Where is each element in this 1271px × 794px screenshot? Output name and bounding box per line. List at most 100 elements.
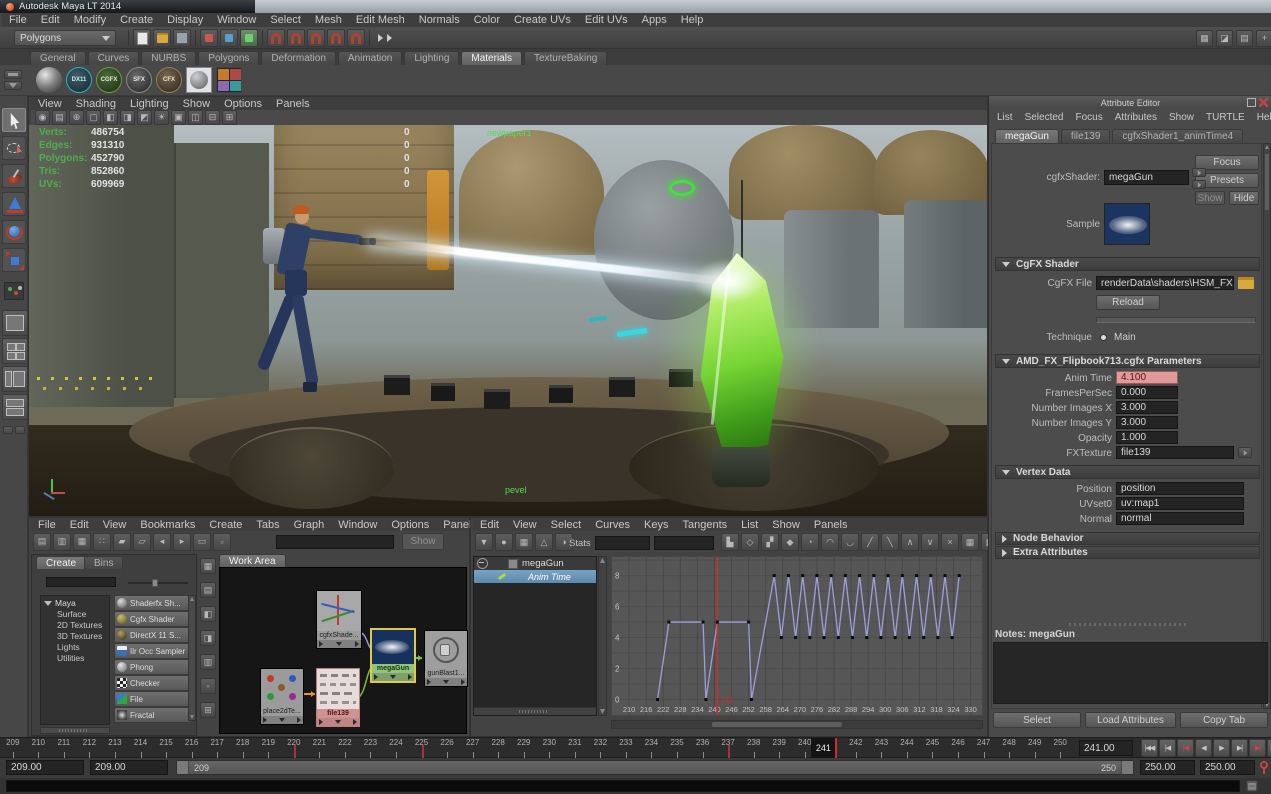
viewport-toolbar-icon-11[interactable]: ⊞ — [222, 110, 237, 125]
hypershade-toolbar-icon-3[interactable]: ∷ — [93, 532, 111, 551]
graph-menu-item-1[interactable]: View — [506, 519, 544, 531]
shader-button-directx11[interactable]: DirectX 11 S... — [114, 627, 192, 643]
viewport-toolbar-icon-3[interactable]: ▢ — [86, 110, 101, 125]
graph-outliner-vscroll[interactable] — [598, 556, 607, 716]
graph-tangent-icon-1[interactable]: ◇ — [741, 533, 759, 551]
graph-tangent-icon-5[interactable]: ◠ — [821, 533, 839, 551]
main-menu-item-11[interactable]: Create UVs — [507, 14, 578, 26]
range-bar[interactable]: 209 250 — [176, 760, 1134, 775]
shader-button-cgfx[interactable]: Cgfx Shader — [114, 611, 192, 627]
viewport-menu-item-3[interactable]: Show — [176, 98, 218, 110]
animation-end-field[interactable]: 250.00 — [1200, 760, 1255, 775]
range-handle-left[interactable] — [177, 761, 189, 774]
tree-item-4[interactable]: Utilities — [41, 652, 109, 663]
hypershade-toolbar-icon-4[interactable]: ▰ — [113, 532, 131, 551]
section-flipbook-params[interactable]: AMD_FX_Flipbook713.cgfx Parameters — [995, 354, 1260, 368]
graph-toolbar-icon-0[interactable]: ▼ — [475, 533, 493, 551]
shelf-menu-icon[interactable] — [4, 81, 22, 90]
copy-tab-button[interactable]: Copy Tab — [1180, 712, 1268, 728]
viewport-toolbar-icon-5[interactable]: ◨ — [120, 110, 135, 125]
graph-menu-item-3[interactable]: Curves — [588, 519, 637, 531]
timeline-frames[interactable]: 209 210 211 212 213 214 215 216 217 218 219 220 221 2… — [0, 738, 1073, 758]
notes-textarea[interactable] — [993, 642, 1268, 704]
graph-outliner-attr-row[interactable]: Anim Time — [474, 570, 596, 583]
create-tree-hscroll[interactable] — [40, 727, 110, 734]
shelf-tab-8[interactable]: TextureBaking — [523, 51, 608, 65]
tab-bins[interactable]: Bins — [84, 556, 124, 569]
folder-icon[interactable] — [1238, 277, 1254, 289]
graph-outliner-node-row[interactable]: megaGun — [474, 557, 596, 570]
hypershade-side-icon[interactable]: ◧ — [200, 606, 216, 622]
hypershade-side-icon[interactable]: ◨ — [200, 630, 216, 646]
section-cgfx-shader[interactable]: CgFX Shader — [995, 257, 1260, 271]
section-node-behavior[interactable]: Node Behavior — [995, 532, 1260, 545]
input-connection-icon[interactable] — [1192, 168, 1206, 177]
layout-single-pane-button[interactable] — [2, 310, 28, 336]
create-search-input[interactable] — [46, 577, 116, 587]
hypershade-toolbar-icon-0[interactable]: ▤ — [33, 532, 51, 551]
select-object-icon[interactable] — [220, 29, 238, 47]
shader-button-ilr-occ-sampler[interactable]: Ilr Occ Sampler — [114, 643, 192, 659]
number-images-y-field[interactable]: 3.000 — [1116, 416, 1178, 429]
viewport-menu-item-1[interactable]: Shading — [69, 98, 123, 110]
open-scene-icon[interactable] — [153, 29, 171, 47]
graph-tangent-icon-12[interactable]: ▦ — [961, 533, 979, 551]
move-tool[interactable] — [2, 192, 26, 216]
shelf-tab-1[interactable]: Curves — [87, 51, 140, 65]
timeline-frame-242[interactable]: 242 — [843, 738, 869, 758]
number-images-x-field[interactable]: 3.000 — [1116, 401, 1178, 414]
opacity-field[interactable]: 1.000 — [1116, 431, 1178, 444]
stats-field-2[interactable] — [654, 536, 714, 550]
layout-outliner-pane-button[interactable] — [2, 366, 28, 392]
history-arrow2-icon[interactable] — [387, 34, 392, 42]
graph-tangent-icon-0[interactable]: ▙ — [721, 533, 739, 551]
viewport-toolbar-icon-7[interactable]: ☀ — [154, 110, 169, 125]
main-menu-item-4[interactable]: Display — [160, 14, 210, 26]
shelf-tab-2[interactable]: NURBS — [141, 51, 197, 65]
ae-menu-item-2[interactable]: Focus — [1069, 112, 1108, 123]
toolbox-extra-icon[interactable] — [3, 426, 13, 434]
normal-field[interactable]: normal — [1116, 512, 1244, 525]
layout-split-pane-button[interactable] — [2, 394, 28, 420]
viewport-menu-item-0[interactable]: View — [31, 98, 69, 110]
shelf-tab-6[interactable]: Lighting — [404, 51, 460, 65]
playback-button-2[interactable]: |◀ — [1177, 739, 1194, 757]
shader-button-fractal[interactable]: Fractal — [114, 707, 192, 723]
tree-item-0[interactable]: Surface — [41, 608, 109, 619]
timeline-frame-217[interactable]: 217 — [204, 738, 230, 758]
viewport-toolbar-icon-2[interactable]: ⊕ — [69, 110, 84, 125]
status-right-icon-0[interactable]: ▦ — [1196, 29, 1213, 47]
shelf-item-cfx[interactable]: CFX — [156, 67, 182, 93]
viewport-menu-item-5[interactable]: Panels — [269, 98, 317, 110]
node-place2dtexture[interactable]: place2dTe... — [260, 668, 304, 725]
viewport-toolbar-icon-9[interactable]: ◫ — [188, 110, 203, 125]
graph-tangent-icon-11[interactable]: × — [941, 533, 959, 551]
playback-button-1[interactable]: |◀ — [1159, 739, 1176, 757]
main-menu-item-0[interactable]: File — [2, 14, 34, 26]
shelf-item-cgfx[interactable]: CGFX — [96, 67, 122, 93]
graph-tangent-icon-3[interactable]: ◆ — [781, 533, 799, 551]
ae-menu-item-3[interactable]: Attributes — [1109, 112, 1163, 123]
graph-toolbar-icon-1[interactable]: ● — [495, 533, 513, 551]
node-cgfxshader-anim[interactable]: cgfxShade... — [316, 590, 362, 649]
graph-tangent-icon-9[interactable]: ∧ — [901, 533, 919, 551]
hypershade-menu-item-0[interactable]: File — [31, 519, 63, 531]
timeline-frame-243[interactable]: 243 — [869, 738, 895, 758]
shelf-tab-3[interactable]: Polygons — [198, 51, 260, 65]
snap-grid-icon[interactable] — [267, 29, 285, 47]
hypershade-toolbar-icon-6[interactable]: ◂ — [153, 532, 171, 551]
main-menu-item-13[interactable]: Apps — [635, 14, 674, 26]
timeline-frame-223[interactable]: 223 — [358, 738, 384, 758]
main-menu-item-6[interactable]: Select — [263, 14, 308, 26]
shelf-tab-5[interactable]: Animation — [337, 51, 403, 65]
hypershade-side-icon[interactable]: ⊞ — [200, 702, 216, 718]
uvset0-field[interactable]: uv:map1 — [1116, 497, 1244, 510]
shelf-tab-7[interactable]: Materials — [461, 51, 522, 65]
select-hierarchy-icon[interactable] — [200, 29, 218, 47]
select-button[interactable]: Select — [993, 712, 1081, 728]
node-gunblast[interactable]: gunBlast1... — [424, 630, 468, 687]
playback-button-0[interactable]: |◀◀ — [1141, 739, 1158, 757]
timeline-frame-227[interactable]: 227 — [460, 738, 486, 758]
main-menu-item-3[interactable]: Create — [113, 14, 160, 26]
new-scene-icon[interactable] — [133, 29, 151, 47]
